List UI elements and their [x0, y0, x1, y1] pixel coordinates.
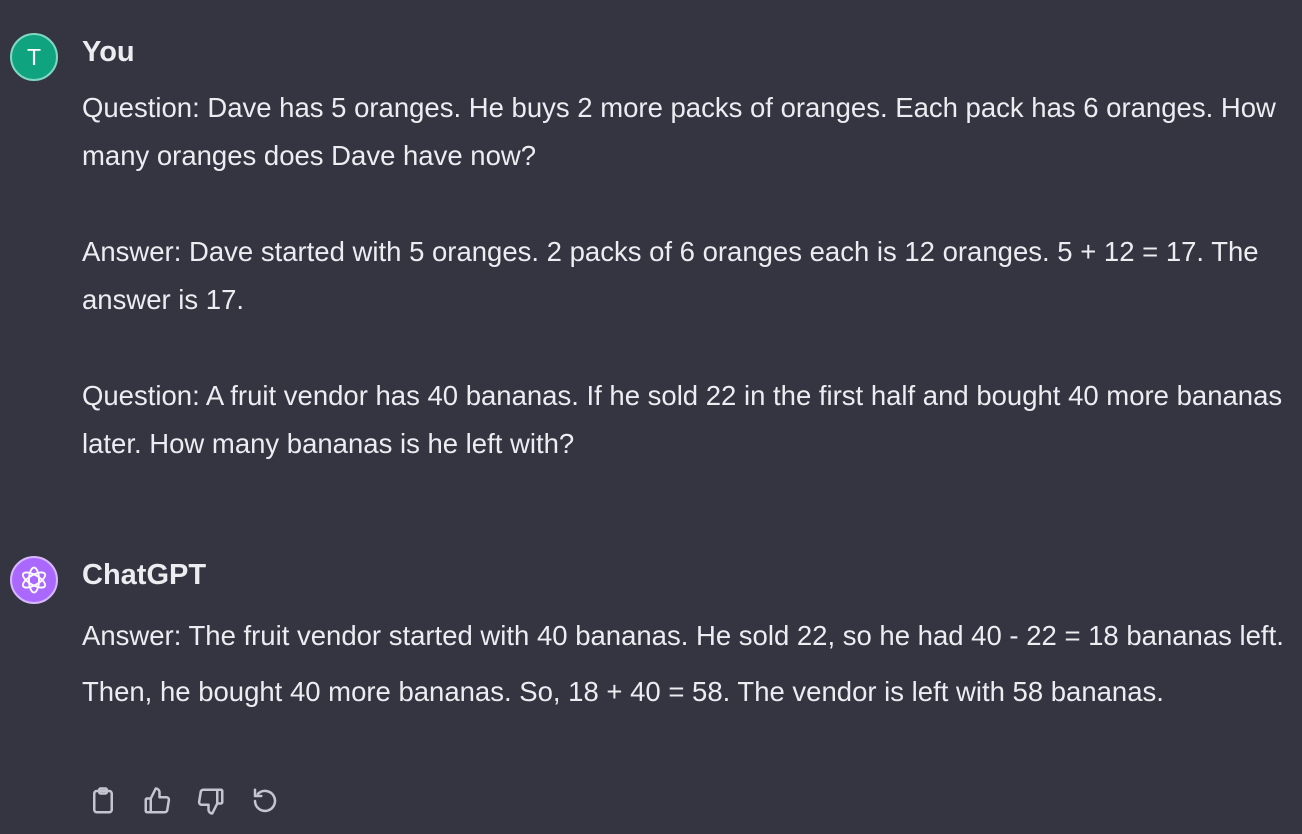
- thumbs-down-icon: [197, 788, 224, 815]
- assistant-author-name: ChatGPT: [82, 559, 207, 591]
- openai-logo-icon: [21, 566, 47, 594]
- regenerate-button[interactable]: [248, 784, 282, 818]
- regenerate-icon: [253, 788, 277, 813]
- user-message-paragraph: Answer: Dave started with 5 oranges. 2 p…: [82, 236, 1259, 315]
- user-author-name: You: [82, 36, 135, 68]
- thumbs-up-button[interactable]: [140, 784, 174, 818]
- clipboard-icon: [93, 787, 113, 814]
- assistant-message-text: Answer: The fruit vendor started with 40…: [82, 608, 1302, 720]
- thumbs-down-button[interactable]: [194, 784, 228, 818]
- user-message-paragraph: Question: Dave has 5 oranges. He buys 2 …: [82, 92, 1276, 171]
- assistant-avatar: [10, 556, 58, 604]
- message-actions: [86, 784, 282, 818]
- copy-button[interactable]: [86, 784, 120, 818]
- thumbs-up-icon: [144, 787, 171, 814]
- user-avatar-initial: T: [26, 43, 42, 70]
- assistant-message-paragraph: Answer: The fruit vendor started with 40…: [82, 620, 1284, 707]
- user-message-paragraph: Question: A fruit vendor has 40 bananas.…: [82, 380, 1283, 459]
- user-message-text: Question: Dave has 5 oranges. He buys 2 …: [82, 84, 1302, 468]
- user-avatar: T: [10, 33, 58, 81]
